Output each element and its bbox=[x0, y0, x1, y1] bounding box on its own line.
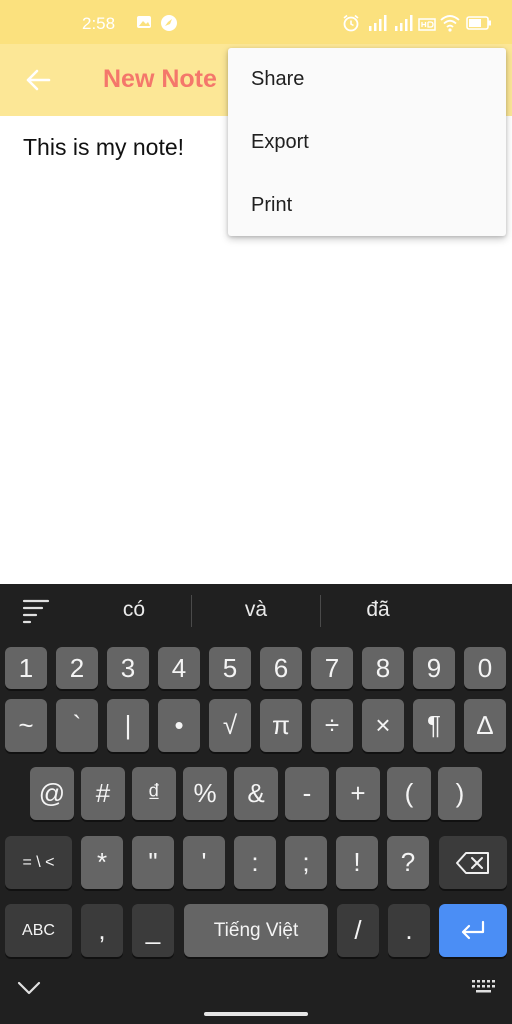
key-dong[interactable]: ₫ bbox=[132, 767, 176, 820]
key-2[interactable]: 2 bbox=[56, 647, 98, 689]
key-close-paren[interactable]: ) bbox=[438, 767, 482, 820]
battery-icon bbox=[466, 16, 491, 30]
backspace-icon bbox=[456, 851, 489, 874]
key-percent[interactable]: % bbox=[183, 767, 227, 820]
key-abc[interactable]: ABC bbox=[5, 904, 72, 957]
hd-icon bbox=[418, 18, 436, 31]
back-button[interactable] bbox=[18, 62, 62, 98]
key-6[interactable]: 6 bbox=[260, 647, 302, 689]
key-double-quote[interactable]: " bbox=[132, 836, 174, 889]
key-at[interactable]: @ bbox=[30, 767, 74, 820]
image-icon bbox=[137, 16, 151, 28]
key-9[interactable]: 9 bbox=[413, 647, 455, 689]
menu-lines-icon[interactable] bbox=[22, 598, 50, 624]
key-single-quote[interactable]: ' bbox=[183, 836, 225, 889]
home-indicator[interactable] bbox=[204, 1012, 308, 1016]
page-title: New Note bbox=[103, 65, 217, 93]
key-multiply[interactable]: × bbox=[362, 699, 404, 752]
key-period[interactable]: . bbox=[388, 904, 430, 957]
key-comma[interactable]: , bbox=[81, 904, 123, 957]
key-plus[interactable]: + bbox=[336, 767, 380, 820]
backspace-key[interactable] bbox=[439, 836, 507, 889]
key-exclamation[interactable]: ! bbox=[336, 836, 378, 889]
key-4[interactable]: 4 bbox=[158, 647, 200, 689]
menu-item-share[interactable]: Share bbox=[228, 48, 506, 110]
soft-keyboard: có và đã 1 2 3 4 5 6 7 8 9 0 ~ ` | • √ π… bbox=[0, 584, 512, 1024]
keyboard-nav-bar bbox=[0, 978, 512, 1024]
signal-icon bbox=[369, 15, 387, 31]
arrow-left-icon bbox=[26, 69, 51, 91]
key-5[interactable]: 5 bbox=[209, 647, 251, 689]
suggestion-item[interactable]: và bbox=[191, 598, 321, 622]
compass-icon bbox=[161, 15, 177, 31]
key-sqrt[interactable]: √ bbox=[209, 699, 251, 752]
key-hash[interactable]: # bbox=[81, 767, 125, 820]
key-pi[interactable]: π bbox=[260, 699, 302, 752]
key-3[interactable]: 3 bbox=[107, 647, 149, 689]
key-minus[interactable]: - bbox=[285, 767, 329, 820]
key-delta[interactable]: ∆ bbox=[464, 699, 506, 752]
key-backtick[interactable]: ` bbox=[56, 699, 98, 752]
signal-icon bbox=[395, 15, 413, 31]
status-bar: 2:58 bbox=[0, 0, 512, 44]
key-bullet[interactable]: • bbox=[158, 699, 200, 752]
note-content-field[interactable]: This is my note! bbox=[23, 134, 184, 161]
key-pipe[interactable]: | bbox=[107, 699, 149, 752]
keyboard-icon[interactable] bbox=[470, 978, 496, 996]
overflow-menu: Share Export Print bbox=[228, 48, 506, 236]
key-1[interactable]: 1 bbox=[5, 647, 47, 689]
key-divide[interactable]: ÷ bbox=[311, 699, 353, 752]
suggestion-bar: có và đã bbox=[0, 584, 512, 640]
key-0[interactable]: 0 bbox=[464, 647, 506, 689]
key-colon[interactable]: : bbox=[234, 836, 276, 889]
key-more-symbols[interactable]: = \ < bbox=[5, 836, 72, 889]
key-pilcrow[interactable]: ¶ bbox=[413, 699, 455, 752]
chevron-down-icon[interactable] bbox=[16, 978, 42, 998]
enter-icon bbox=[461, 920, 485, 939]
key-tilde[interactable]: ~ bbox=[5, 699, 47, 752]
menu-item-export[interactable]: Export bbox=[228, 111, 506, 173]
key-underscore[interactable]: _ bbox=[132, 904, 174, 957]
key-question[interactable]: ? bbox=[387, 836, 429, 889]
key-semicolon[interactable]: ; bbox=[285, 836, 327, 889]
suggestion-item[interactable]: có bbox=[69, 598, 199, 622]
space-key[interactable]: Tiếng Việt bbox=[184, 904, 328, 957]
key-ampersand[interactable]: & bbox=[234, 767, 278, 820]
suggestion-item[interactable]: đã bbox=[313, 598, 443, 622]
key-7[interactable]: 7 bbox=[311, 647, 353, 689]
wifi-icon bbox=[440, 15, 460, 32]
key-open-paren[interactable]: ( bbox=[387, 767, 431, 820]
key-8[interactable]: 8 bbox=[362, 647, 404, 689]
key-asterisk[interactable]: * bbox=[81, 836, 123, 889]
key-slash[interactable]: / bbox=[337, 904, 379, 957]
alarm-icon bbox=[343, 14, 359, 32]
menu-item-print[interactable]: Print bbox=[228, 174, 506, 236]
enter-key[interactable] bbox=[439, 904, 507, 957]
status-time: 2:58 bbox=[82, 14, 116, 33]
